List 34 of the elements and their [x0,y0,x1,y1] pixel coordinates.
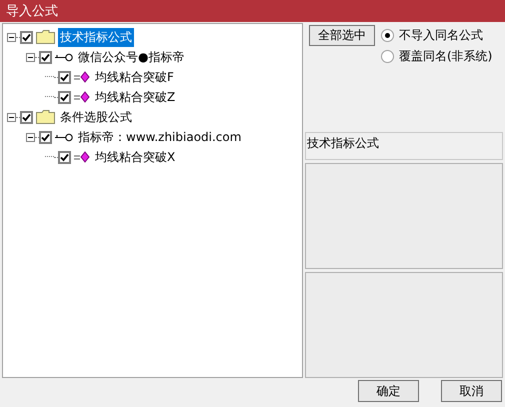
radio-label: 不导入同名公式 [399,27,483,44]
collapse-toggle[interactable] [7,112,16,122]
key-icon [55,132,73,142]
collapse-toggle[interactable] [26,52,35,62]
radio-label: 覆盖同名(非系统) [399,48,492,65]
window-title: 导入公式 [6,3,58,20]
folder-icon [36,30,55,44]
checkbox[interactable] [39,130,52,144]
tree-item[interactable]: 微信公众号●指标帝 [76,48,186,66]
checkbox[interactable] [20,30,33,44]
radio-button[interactable] [381,29,394,42]
tree-item[interactable]: 指标帝：www.zhibiaodi.com [76,128,244,146]
formula-icon [74,151,90,163]
checkbox[interactable] [58,70,71,84]
folder-icon [36,110,55,124]
radio-button[interactable] [381,50,394,63]
tree-item[interactable]: 技术指标公式 [58,28,134,46]
checkbox[interactable] [39,50,52,64]
tree-item[interactable]: 均线粘合突破X [93,148,178,166]
ok-button[interactable]: 确定 [358,380,419,402]
formula-icon [74,91,90,103]
collapse-toggle[interactable] [26,132,35,142]
cancel-button[interactable]: 取消 [441,380,502,402]
tree-item[interactable]: 均线粘合突破F [93,68,176,86]
checkbox[interactable] [58,90,71,104]
tree-item[interactable]: 均线粘合突破Z [93,88,178,106]
formula-icon [74,71,90,83]
checkbox[interactable] [58,150,71,164]
key-icon [55,52,73,62]
tree-item[interactable]: 条件选股公式 [58,108,134,126]
checkbox[interactable] [20,110,33,124]
category-label: 技术指标公式 [307,136,379,150]
collapse-toggle[interactable] [7,32,16,42]
select-all-button[interactable]: 全部选中 [309,25,375,46]
